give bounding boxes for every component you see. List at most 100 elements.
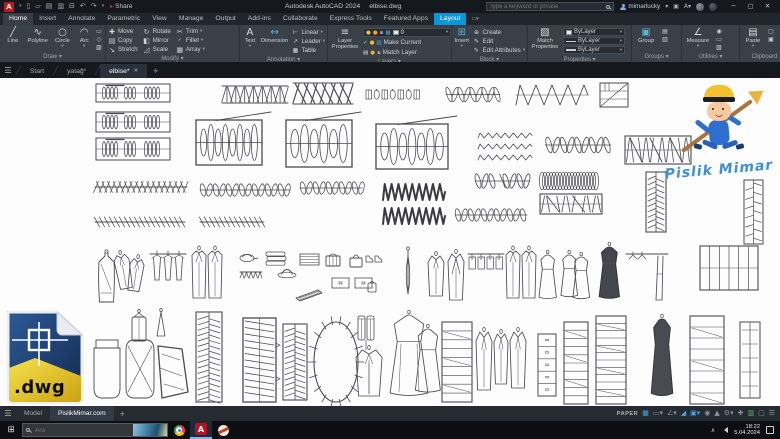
plot-icon[interactable]: ⊟	[69, 0, 75, 13]
close-tab-icon[interactable]: ✕	[134, 68, 139, 74]
cad-block-dresses2[interactable]	[561, 250, 590, 298]
cad-block-foldstack[interactable]	[266, 252, 286, 265]
group-button[interactable]: ▣Group	[634, 26, 658, 44]
array-button[interactable]: ▦Array▾	[176, 45, 205, 54]
cad-block-cap[interactable]	[240, 254, 258, 261]
rectangle-icon[interactable]: ▭	[95, 28, 103, 35]
cad-block-shirtrail[interactable]	[468, 254, 504, 269]
scale-button[interactable]: ◿Scale	[143, 45, 171, 54]
user-caret-icon[interactable]: ▾	[665, 3, 668, 10]
cart-icon[interactable]: ▣	[673, 3, 679, 10]
cad-block-roundbag[interactable]	[94, 340, 120, 398]
quick-select-icon[interactable]: ◉	[715, 28, 723, 35]
file-tab-menu-icon[interactable]: ☰	[0, 64, 16, 78]
paste-button[interactable]: ▤Paste▾	[742, 26, 764, 49]
cad-block-umbrella[interactable]	[406, 247, 410, 294]
cad-block-shelfV[interactable]	[596, 316, 626, 404]
tab-layout[interactable]: Layout	[434, 13, 466, 25]
app-menu-button[interactable]: A	[4, 2, 14, 12]
cad-block-hrail[interactable]	[222, 86, 288, 103]
cad-block-boxloops[interactable]	[376, 116, 457, 169]
layer-freeze-icon[interactable]: ●	[373, 30, 378, 36]
cad-block-darkdress[interactable]	[599, 242, 619, 298]
ortho-toggle-icon[interactable]: ◢	[681, 406, 686, 421]
cad-block-shelfV[interactable]	[564, 322, 588, 404]
cad-block-shoes2[interactable]	[366, 256, 382, 262]
cad-block-railbox[interactable]	[540, 194, 602, 214]
lineweight-dropdown[interactable]: ByLayer▾	[563, 46, 625, 54]
mirror-button[interactable]: ◧Mirror	[143, 36, 171, 45]
new-layout-button[interactable]: +	[114, 409, 131, 419]
cad-block-gbagS2[interactable]	[157, 308, 165, 336]
match-properties-button[interactable]: ▨Match Properties	[530, 26, 560, 51]
taskbar-search-input[interactable]	[33, 427, 133, 434]
qat-caret-icon[interactable]: ▾	[102, 0, 105, 13]
ungroup-icon[interactable]: ▤	[661, 28, 669, 35]
layout-menu-icon[interactable]: ☰	[0, 409, 16, 418]
signed-in-user[interactable]: mimarlucky	[628, 3, 660, 10]
stretch-button[interactable]: ↘Stretch	[108, 45, 138, 54]
cad-block-coats2[interactable]	[506, 246, 536, 298]
cad-block-wedge[interactable]	[296, 290, 322, 301]
save-icon[interactable]: ▤	[46, 0, 53, 13]
cad-block-jacketF[interactable]	[356, 346, 382, 397]
osnap-toggle-icon[interactable]: ▣▾	[690, 406, 700, 421]
dimension-button[interactable]: ↔Dimension	[261, 26, 289, 44]
maximize-button[interactable]: ▢	[742, 0, 759, 13]
action-center-icon[interactable]	[766, 426, 774, 434]
file-tab-start[interactable]: Start	[21, 64, 53, 78]
cut-icon[interactable]: ▢	[767, 28, 775, 35]
cad-block-foldpants[interactable]	[358, 316, 374, 350]
arc-button[interactable]: ◠Arc▾	[76, 26, 92, 49]
cad-block-loopline[interactable]	[454, 208, 527, 221]
group-edit-icon[interactable]: ▥	[661, 36, 669, 43]
taskbar-autocad[interactable]: A	[190, 421, 212, 439]
move-button[interactable]: ✚Move	[108, 27, 138, 36]
cad-block-hatchline2[interactable]	[94, 217, 185, 227]
linear-button[interactable]: ⊢Linear▾	[291, 28, 325, 37]
polyline-button[interactable]: ∿Polyline	[27, 26, 49, 44]
taskbar-search-box[interactable]	[22, 423, 168, 437]
id-point-icon[interactable]: ▧	[715, 44, 723, 51]
cad-block-vest[interactable]	[448, 250, 464, 301]
start-button[interactable]: ⊞	[0, 425, 22, 435]
saveas-icon[interactable]: ▥	[57, 0, 64, 13]
cad-block-jackets3[interactable]	[476, 328, 526, 391]
volume-icon[interactable]	[721, 427, 728, 433]
selection-cycling-icon[interactable]: ◉	[704, 406, 710, 421]
autodesk-apps-icon[interactable]: A▾	[684, 3, 691, 10]
tab-manage[interactable]: Manage	[173, 13, 210, 25]
taskbar-sketchup[interactable]	[212, 421, 234, 439]
tab-add-ins[interactable]: Add-ins	[242, 13, 277, 25]
cad-block-boxes2[interactable]	[332, 278, 372, 288]
tab-annotate[interactable]: Annotate	[62, 13, 101, 25]
cad-block-sine[interactable]	[516, 85, 588, 105]
snap-toggle-icon[interactable]: ▭▾	[653, 406, 663, 421]
insert-button[interactable]: ⊞Insert▾	[454, 26, 470, 49]
panel-title-groups[interactable]: Groups ▾	[632, 53, 681, 62]
workspace-gear-icon[interactable]: ⚙▾	[724, 406, 734, 421]
cad-block-hangjacket[interactable]	[428, 252, 444, 297]
cad-block-railbox[interactable]	[625, 136, 691, 164]
cad-block-pantsrail[interactable]	[150, 251, 186, 280]
cad-block-zigrow[interactable]	[478, 133, 532, 160]
minimize-button[interactable]: ─	[725, 0, 742, 13]
redo-icon[interactable]: ↷	[91, 0, 97, 13]
cad-block-gbag[interactable]	[99, 250, 115, 302]
cad-block-shelfV[interactable]	[442, 322, 472, 402]
cad-block-vrack[interactable]	[196, 312, 222, 403]
ellipse-icon[interactable]: ◇	[95, 36, 103, 43]
color-dropdown[interactable]: ByLayer▾	[563, 28, 625, 36]
copy-clip-icon[interactable]: ▣	[767, 36, 775, 43]
panel-title-clipboard[interactable]: Clipboard	[740, 53, 780, 62]
layer-lock-icon[interactable]: ▪	[380, 30, 384, 36]
match-layer-button[interactable]: ▤●▪Match Layer	[363, 48, 451, 57]
rotate-button[interactable]: ↻Rotate	[143, 27, 171, 36]
layer-properties-button[interactable]: ≡Layer Properties	[330, 26, 360, 51]
cad-block-vrack[interactable]	[646, 172, 666, 232]
tab-insert[interactable]: Insert	[33, 13, 62, 25]
open-icon[interactable]: ▱	[35, 0, 40, 13]
edit-attributes-button[interactable]: ✎Edit Attributes▾	[473, 46, 525, 55]
layer-plot-icon[interactable]: ▦	[385, 30, 390, 36]
tab-parametric[interactable]: Parametric	[101, 13, 146, 25]
